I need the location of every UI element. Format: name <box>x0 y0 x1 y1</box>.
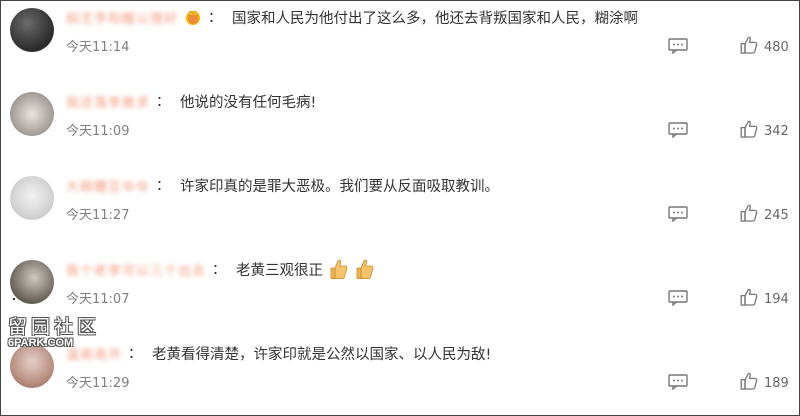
thumbs-up-emoji-icon <box>355 258 375 280</box>
reply-icon[interactable] <box>668 122 688 139</box>
like-count: 194 <box>764 291 789 307</box>
thumbs-up-icon <box>740 36 758 58</box>
like-button[interactable]: 342 <box>734 120 789 142</box>
reply-icon[interactable] <box>668 206 688 223</box>
avatar[interactable] <box>10 260 54 304</box>
reply-icon[interactable] <box>668 290 688 307</box>
comment-text: 他说的没有任何毛病! <box>180 94 317 111</box>
timestamp: 今天11:14 <box>66 40 130 55</box>
like-count: 342 <box>764 123 789 139</box>
like-button[interactable]: 245 <box>734 204 789 226</box>
timestamp: 今天11:27 <box>66 208 130 223</box>
username-link[interactable]: 我个老李可以三个出去 <box>66 260 206 279</box>
timestamp: 今天11:09 <box>66 124 130 139</box>
like-button[interactable]: 189 <box>734 372 789 394</box>
colon: ： <box>208 10 223 26</box>
comment-line: 我还落李推求 ： 他说的没有任何毛病! <box>66 90 316 112</box>
like-count: 189 <box>764 375 789 391</box>
reply-icon[interactable] <box>668 38 688 55</box>
comment-text: 老黄看得清楚，许家印就是公然以国家、以人民为敌! <box>152 346 492 363</box>
comment-line: 焖尤亨阳醒以理好 ： 国家和人民为他付出了这么多，他还去背叛国家和人民，糊涂啊 <box>66 6 638 28</box>
comment-text: 国家和人民为他付出了这么多，他还去背叛国家和人民，糊涂啊 <box>232 10 639 27</box>
avatar[interactable] <box>10 176 54 220</box>
timestamp: 今天11:29 <box>66 376 130 391</box>
comment-item: 我还落李推求 ： 他说的没有任何毛病! 今天11:09 342 <box>0 84 800 168</box>
thumbs-up-icon <box>740 120 758 142</box>
colon: ： <box>128 346 143 362</box>
comment-line: 大碗糖豆ゆゆ ： 许家印真的是罪大恶极。我们要从反面吸取教训。 <box>66 174 499 196</box>
username-link[interactable]: 我还落李推求 <box>66 92 150 111</box>
thumbs-up-icon <box>740 372 758 394</box>
comment-item: 焖尤亨阳醒以理好 ： 国家和人民为他付出了这么多，他还去背叛国家和人民，糊涂啊今天1… <box>0 0 800 84</box>
watermark: 留园社区 6PARK.COM <box>8 312 104 349</box>
comment-text: 老黄三观很正 <box>236 262 324 279</box>
comment-text: 许家印真的是罪大恶极。我们要从反面吸取教训。 <box>180 178 500 195</box>
comment-line: 我个老李可以三个出去 ： 老黄三观很正 <box>66 258 375 280</box>
watermark-cn: 留园社区 <box>8 316 101 338</box>
colon: ： <box>212 262 227 278</box>
comment-item: 大碗糖豆ゆゆ ： 许家印真的是罪大恶极。我们要从反面吸取教训。今天11:27 245 <box>0 168 800 252</box>
colon: ： <box>156 94 171 110</box>
comment-line: 温南南开：老黄看得清楚，许家印就是公然以国家、以人民为敌! <box>66 342 491 364</box>
thumbs-up-icon <box>740 288 758 310</box>
reply-icon[interactable] <box>668 374 688 391</box>
like-count: 245 <box>764 207 789 223</box>
like-button[interactable]: 194 <box>734 288 789 310</box>
avatar[interactable] <box>10 92 54 136</box>
avatar[interactable] <box>10 8 54 52</box>
thumbs-up-icon <box>740 204 758 226</box>
colon: ： <box>156 178 171 194</box>
comment-item: 我个老李可以三个出去 ： 老黄三观很正今天11:07 194 <box>0 252 800 336</box>
like-count: 480 <box>764 39 789 55</box>
stray-dot <box>13 298 15 300</box>
avatar[interactable] <box>10 344 54 388</box>
username-link[interactable]: 大碗糖豆ゆゆ <box>66 176 150 195</box>
like-button[interactable]: 480 <box>734 36 789 58</box>
timestamp: 今天11:07 <box>66 292 130 307</box>
crown-icon <box>184 8 202 26</box>
comment-item: 温南南开：老黄看得清楚，许家印就是公然以国家、以人民为敌! 今天11:29 189 <box>0 336 800 416</box>
username-link[interactable]: 焖尤亨阳醒以理好 <box>66 8 178 27</box>
thumbs-up-emoji-icon <box>329 258 349 280</box>
